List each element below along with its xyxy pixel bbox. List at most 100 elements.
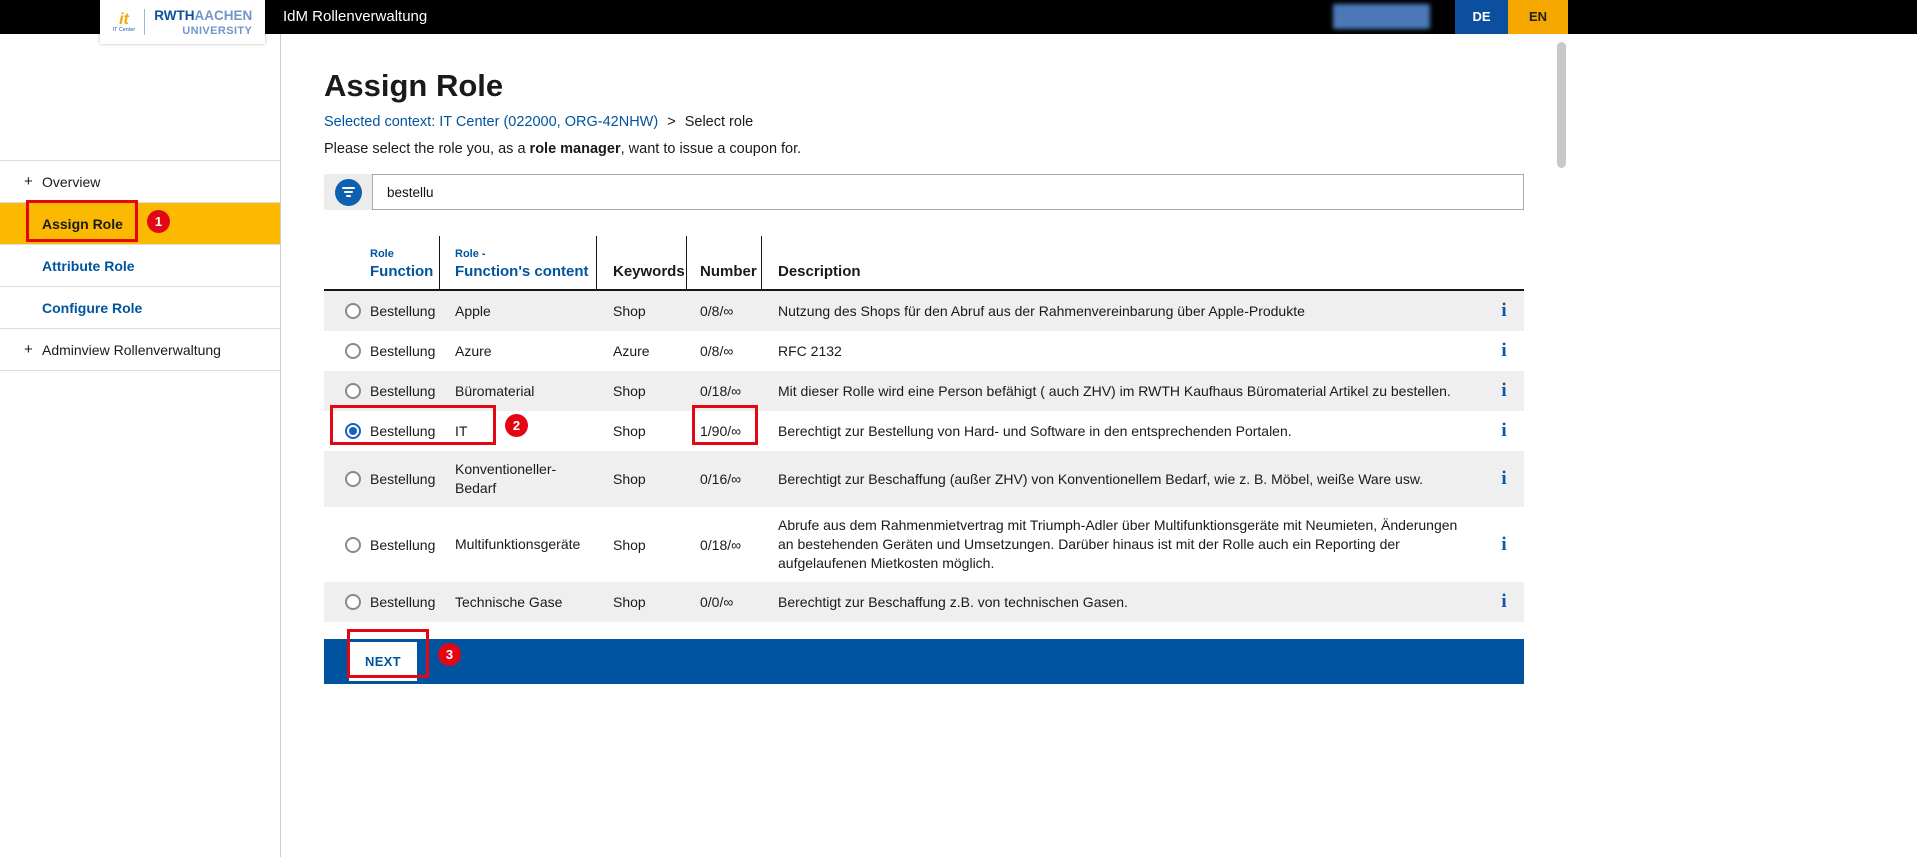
role-content: Konventioneller-Bedarf <box>455 461 557 496</box>
role-search-input[interactable] <box>372 174 1524 210</box>
role-function: Bestellung <box>370 536 436 553</box>
language-de-button[interactable]: DE <box>1455 0 1508 34</box>
role-keywords: Shop <box>613 471 646 487</box>
role-description: Mit dieser Rolle wird eine Person befähi… <box>778 382 1451 399</box>
scrollbar-thumb[interactable] <box>1557 42 1566 168</box>
filter-button[interactable] <box>324 174 372 210</box>
info-icon[interactable]: i <box>1501 591 1506 612</box>
language-en-button[interactable]: EN <box>1508 0 1568 34</box>
header-number: Number <box>687 236 762 289</box>
main-content: Assign Role Selected context: IT Center … <box>324 34 1524 684</box>
table-header: Role Function Role - Function's content … <box>324 236 1524 291</box>
role-function: Bestellung <box>370 303 436 319</box>
role-content: Azure <box>455 342 492 359</box>
info-icon[interactable]: i <box>1501 468 1506 489</box>
sidebar-item-assign-role[interactable]: Assign Role <box>0 203 280 245</box>
next-button[interactable]: NEXT <box>349 642 417 681</box>
rwth-wordmark: RWTHAACHEN UNIVERSITY <box>154 8 253 37</box>
logo-divider <box>144 9 146 35</box>
it-center-logo-icon: it IT Center <box>112 10 136 33</box>
role-search-bar <box>324 174 1524 210</box>
role-description: RFC 2132 <box>778 342 842 359</box>
instruction-post: , want to issue a coupon for. <box>620 141 802 157</box>
role-keywords: Azure <box>613 343 650 359</box>
header-description: Description <box>778 263 861 280</box>
sidebar-item-configure-role[interactable]: Configure Role <box>0 287 280 329</box>
sidebar-item-label: Attribute Role <box>42 257 135 274</box>
role-keywords: Shop <box>613 536 646 553</box>
role-radio[interactable] <box>345 383 361 399</box>
role-radio-selected[interactable] <box>345 423 361 439</box>
instruction-bold: role manager <box>529 141 621 157</box>
role-content: Büromaterial <box>455 382 535 399</box>
role-radio[interactable] <box>345 594 361 610</box>
role-keywords: Shop <box>613 423 646 439</box>
role-number: 0/18/∞ <box>700 536 742 553</box>
role-radio[interactable] <box>345 303 361 319</box>
role-description: Berechtigt zur Beschaffung (außer ZHV) v… <box>778 470 1424 487</box>
role-function: Bestellung <box>370 383 436 399</box>
role-content: Multifunktionsgeräte <box>455 536 581 552</box>
header-functions-content[interactable]: Role - Function's content <box>440 236 597 289</box>
role-radio[interactable] <box>345 471 361 487</box>
table-row-apple[interactable]: Bestellung Apple Shop 0/8/∞ Nutzung des … <box>324 291 1524 331</box>
sidebar-item-adminview[interactable]: + Adminview Rollenverwaltung <box>0 329 280 371</box>
role-radio[interactable] <box>345 536 361 553</box>
breadcrumb: Selected context: IT Center (022000, ORG… <box>324 115 1524 130</box>
app-title: IdM Rollenverwaltung <box>283 8 428 25</box>
username-redacted <box>1333 4 1430 29</box>
info-icon[interactable]: i <box>1501 534 1506 555</box>
role-number: 0/0/∞ <box>700 594 734 610</box>
role-number: 1/90/∞ <box>700 423 742 439</box>
table-row-konventioneller-bedarf[interactable]: Bestellung Konventioneller-Bedarf Shop 0… <box>324 451 1524 507</box>
info-icon[interactable]: i <box>1501 340 1506 361</box>
role-keywords: Shop <box>613 594 646 610</box>
sidebar-nav: + Overview Assign Role Attribute Role Co… <box>0 160 280 371</box>
plus-icon: + <box>24 173 33 190</box>
role-function: Bestellung <box>370 471 436 487</box>
table-row-bueromaterial[interactable]: Bestellung Büromaterial Shop 0/18/∞ Mit … <box>324 371 1524 411</box>
page-title: Assign Role <box>324 68 504 103</box>
sidebar: + Overview Assign Role Attribute Role Co… <box>0 34 281 857</box>
sidebar-item-label: Assign Role <box>42 215 123 232</box>
roles-table: Role Function Role - Function's content … <box>324 236 1524 622</box>
role-number: 0/16/∞ <box>700 471 742 487</box>
table-row-multifunktionsgeraete[interactable]: Bestellung Multifunktionsgeräte Shop 0/1… <box>324 507 1524 582</box>
plus-icon: + <box>24 341 33 358</box>
role-function: Bestellung <box>370 423 436 439</box>
role-content: IT <box>455 422 468 439</box>
table-row-azure[interactable]: Bestellung Azure Azure 0/8/∞ RFC 2132 i <box>324 331 1524 371</box>
breadcrumb-current: Select role <box>684 114 754 130</box>
role-keywords: Shop <box>613 303 646 319</box>
role-description: Berechtigt zur Beschaffung z.B. von tech… <box>778 593 1128 610</box>
info-icon[interactable]: i <box>1501 420 1506 441</box>
sidebar-item-label: Overview <box>42 173 101 190</box>
role-content: Apple <box>455 302 491 319</box>
role-function: Bestellung <box>370 594 436 610</box>
instruction-text: Please select the role you, as a role ma… <box>324 142 1524 157</box>
selected-context-link[interactable]: Selected context: IT Center (022000, ORG… <box>324 114 658 130</box>
header-role-function[interactable]: Role Function <box>324 236 440 289</box>
rwth-it-center-logo: it IT Center RWTHAACHEN UNIVERSITY <box>100 0 265 44</box>
sidebar-item-overview[interactable]: + Overview <box>0 161 280 203</box>
role-number: 0/8/∞ <box>700 303 734 319</box>
info-icon[interactable]: i <box>1501 300 1506 321</box>
sidebar-item-attribute-role[interactable]: Attribute Role <box>0 245 280 287</box>
screen: IdM Rollenverwaltung DE EN it IT Center … <box>0 0 1917 857</box>
table-row-technische-gase[interactable]: Bestellung Technische Gase Shop 0/0/∞ Be… <box>324 582 1524 622</box>
role-description: Nutzung des Shops für den Abruf aus der … <box>778 302 1305 319</box>
info-icon[interactable]: i <box>1501 380 1506 401</box>
sidebar-item-label: Configure Role <box>42 299 143 316</box>
header-keywords: Keywords <box>597 236 687 289</box>
sidebar-item-label: Adminview Rollenverwaltung <box>42 341 221 358</box>
role-description: Abrufe aus dem Rahmenmietvertrag mit Tri… <box>778 517 1458 571</box>
role-radio[interactable] <box>345 343 361 359</box>
role-function: Bestellung <box>370 343 436 359</box>
topbar: IdM Rollenverwaltung DE EN <box>0 0 1917 34</box>
role-keywords: Shop <box>613 383 646 399</box>
role-content: Technische Gase <box>455 593 563 610</box>
role-number: 0/8/∞ <box>700 343 734 359</box>
filter-icon <box>334 178 362 206</box>
table-row-it[interactable]: Bestellung IT Shop 1/90/∞ Berechtigt zur… <box>324 411 1524 451</box>
breadcrumb-separator: > <box>667 114 676 130</box>
